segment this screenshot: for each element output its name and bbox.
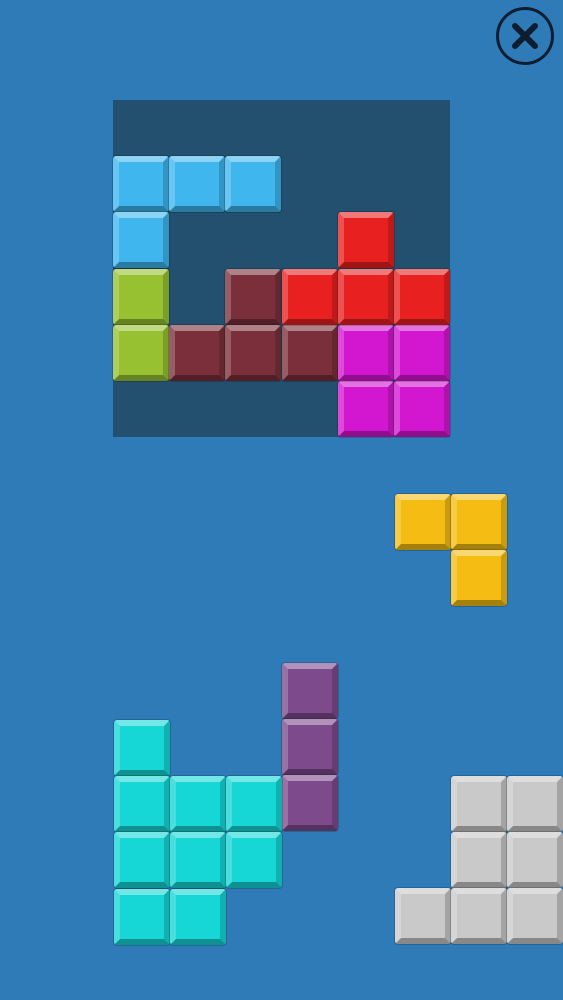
piece-cell (451, 494, 508, 550)
piece-cell (114, 888, 170, 945)
piece-cell (451, 776, 508, 832)
piece-cell (395, 494, 451, 550)
piece-cell (170, 888, 227, 945)
piece-cell (114, 832, 170, 889)
piece-cell (451, 550, 508, 607)
piece-cell (507, 776, 563, 832)
piece-tray (0, 0, 563, 1000)
piece-cell (114, 776, 170, 833)
piece-cell (282, 719, 338, 776)
piece-cell (226, 776, 283, 833)
piece-cell (170, 776, 227, 833)
piece-cell (395, 888, 451, 945)
piece-cell (507, 888, 563, 945)
piece-cell (170, 832, 227, 889)
piece-cell (507, 832, 563, 889)
piece-cell (282, 775, 338, 832)
piece-cell (226, 832, 283, 889)
piece-cell (114, 720, 170, 776)
piece-cell (282, 663, 338, 719)
piece-cell (451, 888, 508, 945)
piece-cell (451, 832, 508, 889)
